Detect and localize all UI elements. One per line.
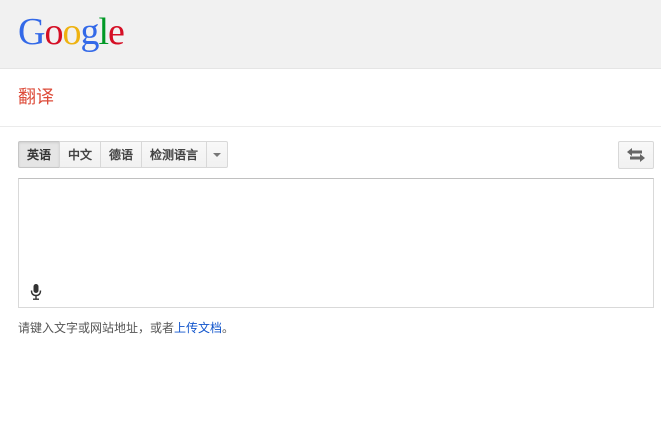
source-text-box	[18, 178, 654, 308]
source-language-bar: 英语 中文 德语 检测语言	[18, 141, 229, 169]
swap-languages-button[interactable]	[618, 141, 654, 169]
input-hint: 请键入文字或网站地址，或者上传文档。	[18, 320, 234, 336]
logo-letter: g	[80, 11, 99, 53]
logo-letter: e	[108, 11, 125, 53]
language-dropdown-button[interactable]	[206, 141, 229, 168]
logo-letter: o	[62, 11, 81, 53]
hint-text: 请键入文字或网站地址，或者	[18, 321, 175, 335]
logo-letter: G	[18, 11, 45, 53]
hint-suffix: 。	[222, 321, 235, 335]
source-text-input[interactable]	[19, 179, 653, 279]
lang-button-detect[interactable]: 检测语言	[141, 141, 207, 168]
top-header: Google	[0, 0, 661, 69]
upload-document-link[interactable]: 上传文档	[174, 321, 222, 335]
google-logo[interactable]: Google	[18, 10, 125, 54]
lang-button-english[interactable]: 英语	[18, 141, 60, 168]
logo-letter: o	[44, 11, 63, 53]
swap-arrows-icon	[627, 148, 645, 162]
lang-button-chinese[interactable]: 中文	[59, 141, 101, 168]
page-title: 翻译	[18, 87, 54, 108]
title-bar: 翻译	[0, 69, 661, 127]
chevron-down-icon	[213, 152, 222, 157]
logo-letter: l	[98, 11, 109, 53]
microphone-icon[interactable]	[29, 283, 43, 301]
lang-button-german[interactable]: 德语	[100, 141, 142, 168]
